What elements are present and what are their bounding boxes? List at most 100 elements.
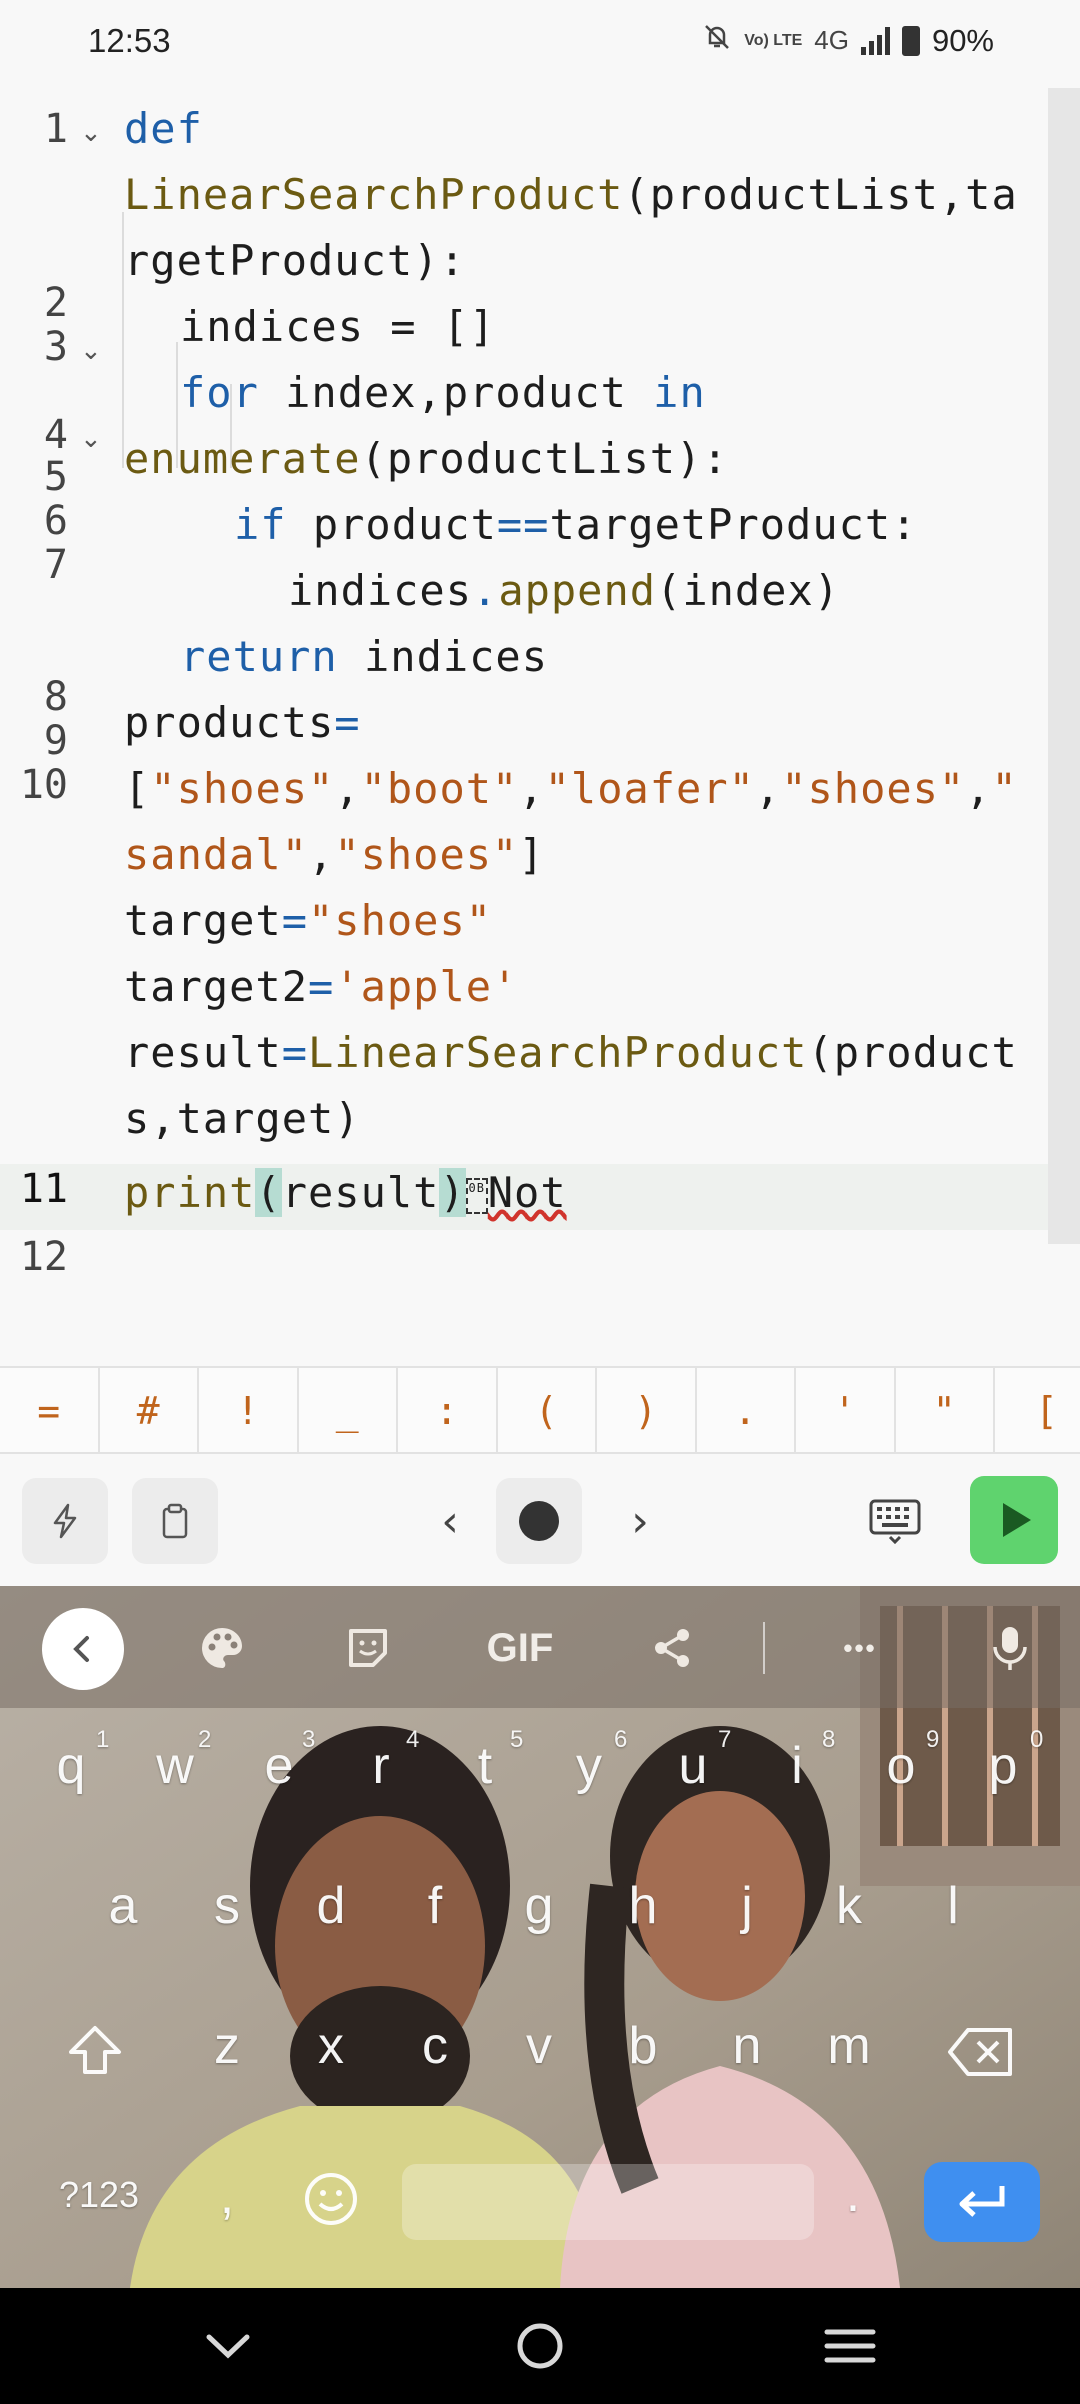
nav-back-chevron-icon[interactable] — [188, 2308, 268, 2384]
line-number: 11 — [19, 1166, 68, 1212]
keyword: in — [653, 368, 706, 417]
space-key[interactable] — [402, 2164, 814, 2240]
code-line-7a[interactable]: products= — [124, 698, 361, 747]
nav-home-icon[interactable] — [500, 2308, 580, 2384]
emoji-icon[interactable] — [286, 2170, 376, 2241]
code-line-10b[interactable]: s,target) — [124, 1094, 361, 1143]
editor-scrollbar[interactable] — [1048, 88, 1080, 1244]
code-line-1a[interactable]: def — [124, 104, 203, 153]
editor-toolbar: ‹ › — [0, 1454, 1080, 1586]
symbol-key[interactable]: ' — [796, 1368, 896, 1454]
cursor-right-button[interactable]: › — [610, 1478, 670, 1564]
chevron-down-icon[interactable]: ⌄ — [80, 118, 102, 148]
more-options-button[interactable]: ••• — [826, 1614, 894, 1682]
keyword: return — [180, 632, 338, 681]
symbol-key[interactable]: ( — [498, 1368, 597, 1454]
nav-recents-menu-icon[interactable] — [810, 2308, 890, 2384]
code-line-2[interactable]: indices = [] — [180, 302, 495, 351]
key-p[interactable]: p — [958, 1736, 1048, 1796]
string: " — [991, 764, 1018, 813]
key-m[interactable]: m — [804, 2016, 894, 2076]
key-j[interactable]: j — [702, 1876, 792, 1936]
chevron-down-icon[interactable]: ⌄ — [80, 424, 102, 454]
operator: = — [281, 896, 309, 945]
key-e[interactable]: e — [234, 1736, 324, 1796]
key-q[interactable]: q — [26, 1736, 116, 1796]
code-line-3a[interactable]: for index,product in — [180, 368, 706, 417]
symbol-key[interactable]: # — [100, 1368, 199, 1454]
cursor-joystick[interactable] — [496, 1478, 582, 1564]
shift-icon[interactable] — [50, 2022, 140, 2091]
key-k[interactable]: k — [804, 1876, 894, 1936]
key-n[interactable]: n — [702, 2016, 792, 2076]
symbol-key[interactable]: : — [398, 1368, 498, 1454]
symbol-key[interactable]: ! — [199, 1368, 299, 1454]
symbol-key[interactable]: [ — [995, 1368, 1079, 1454]
run-button[interactable] — [970, 1476, 1058, 1564]
code-text: (productList,ta — [623, 170, 1018, 219]
key-t[interactable]: t — [440, 1736, 530, 1796]
key-c[interactable]: c — [390, 2016, 480, 2076]
code-text: s,target) — [124, 1094, 361, 1143]
key-b[interactable]: b — [598, 2016, 688, 2076]
symbols-key[interactable]: ?123 — [44, 2174, 154, 2216]
keyboard-icon[interactable] — [860, 1478, 930, 1564]
line-number: 5 — [43, 454, 68, 500]
code-line-8[interactable]: target="shoes" — [124, 896, 492, 945]
symbol-key[interactable]: " — [896, 1368, 995, 1454]
signal-icon — [860, 26, 890, 55]
key-r[interactable]: r — [336, 1736, 426, 1796]
key-g[interactable]: g — [494, 1876, 584, 1936]
code-line-11[interactable]: print(result) 0BNot — [124, 1168, 567, 1217]
key-v[interactable]: v — [494, 2016, 584, 2076]
code-editor[interactable]: 1 2 3 4 5 6 7 8 9 10 11 12 ⌄ ⌄ ⌄ def Lin… — [0, 88, 1080, 1366]
chevron-left-icon[interactable] — [42, 1608, 124, 1690]
key-l[interactable]: l — [908, 1876, 998, 1936]
code-line-1b[interactable]: LinearSearchProduct(productList,ta — [124, 170, 1018, 219]
lightning-icon[interactable] — [22, 1478, 108, 1564]
key-w[interactable]: w — [130, 1736, 220, 1796]
share-icon[interactable] — [638, 1614, 706, 1682]
clipboard-icon[interactable] — [132, 1478, 218, 1564]
symbol-key[interactable]: _ — [299, 1368, 398, 1454]
code-line-1c[interactable]: rgetProduct): — [124, 236, 466, 285]
key-z[interactable]: z — [182, 2016, 272, 2076]
key-f[interactable]: f — [390, 1876, 480, 1936]
microphone-icon[interactable] — [976, 1614, 1044, 1682]
code-line-10a[interactable]: result=LinearSearchProduct(product — [124, 1028, 1018, 1077]
cursor-left-button[interactable]: ‹ — [420, 1478, 480, 1564]
key-comma[interactable]: , — [182, 2166, 272, 2226]
key-o[interactable]: o — [856, 1736, 946, 1796]
key-d[interactable]: d — [286, 1876, 376, 1936]
code-line-4[interactable]: if product==targetProduct: — [234, 500, 917, 549]
operator: = — [281, 1028, 309, 1077]
key-h[interactable]: h — [598, 1876, 688, 1936]
symbol-key[interactable]: = — [0, 1368, 100, 1454]
line-number: 9 — [43, 718, 68, 764]
key-s[interactable]: s — [182, 1876, 272, 1936]
operator: = — [334, 698, 361, 747]
enter-key[interactable] — [924, 2162, 1040, 2242]
code-line-3b[interactable]: enumerate(productList): — [124, 434, 729, 483]
key-x[interactable]: x — [286, 2016, 376, 2076]
backspace-icon[interactable] — [936, 2024, 1026, 2093]
gif-button[interactable]: GIF — [480, 1614, 560, 1682]
chevron-down-icon[interactable]: ⌄ — [80, 336, 102, 366]
code-line-6[interactable]: return indices — [180, 632, 548, 681]
suggestion-divider — [763, 1622, 765, 1674]
string: "shoes" — [150, 764, 335, 813]
key-y[interactable]: y — [544, 1736, 634, 1796]
key-i[interactable]: i — [752, 1736, 842, 1796]
symbol-key[interactable]: . — [697, 1368, 796, 1454]
bracket-highlight: ( — [255, 1168, 282, 1217]
code-line-7c[interactable]: sandal","shoes"] — [124, 830, 545, 879]
sticker-icon[interactable] — [334, 1614, 402, 1682]
key-u[interactable]: u — [648, 1736, 738, 1796]
symbol-key[interactable]: ) — [597, 1368, 697, 1454]
key-period[interactable]: . — [808, 2164, 898, 2224]
key-a[interactable]: a — [78, 1876, 168, 1936]
code-line-9[interactable]: target2='apple' — [124, 962, 518, 1011]
code-line-7b[interactable]: ["shoes","boot","loafer","shoes"," — [124, 764, 1018, 813]
palette-icon[interactable] — [188, 1614, 256, 1682]
code-line-5[interactable]: indices.append(index) — [288, 566, 840, 615]
